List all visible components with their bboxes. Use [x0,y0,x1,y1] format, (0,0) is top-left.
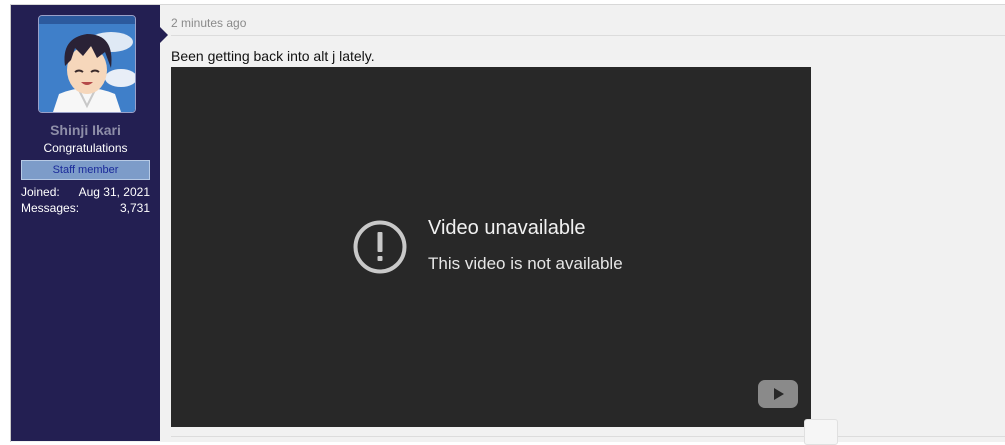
stat-value: Aug 31, 2021 [78,185,150,199]
video-subtitle: This video is not available [428,254,623,273]
video-embed[interactable]: Video unavailable This video is not avai… [171,67,811,427]
divider [171,35,1005,36]
username[interactable]: Shinji Ikari [11,122,160,138]
avatar-image [39,16,135,112]
expand-icon[interactable] [804,419,838,445]
post-message: Been getting back into alt j lately. [171,48,375,64]
stat-value[interactable]: 3,731 [120,201,150,215]
youtube-logo-icon[interactable] [758,380,798,408]
avatar[interactable] [38,15,136,113]
post-timestamp[interactable]: 2 minutes ago [171,16,246,30]
exclamation-circle-icon [353,220,407,274]
user-sidebar: Shinji Ikari Congratulations Staff membe… [11,5,168,441]
staff-badge: Staff member [21,160,150,180]
stat-label: Joined: [21,185,60,199]
divider [171,436,1005,437]
sidebar-pointer [160,27,168,43]
stat-label: Messages: [21,201,80,215]
video-title: Video unavailable [428,217,586,239]
user-title: Congratulations [43,141,128,155]
